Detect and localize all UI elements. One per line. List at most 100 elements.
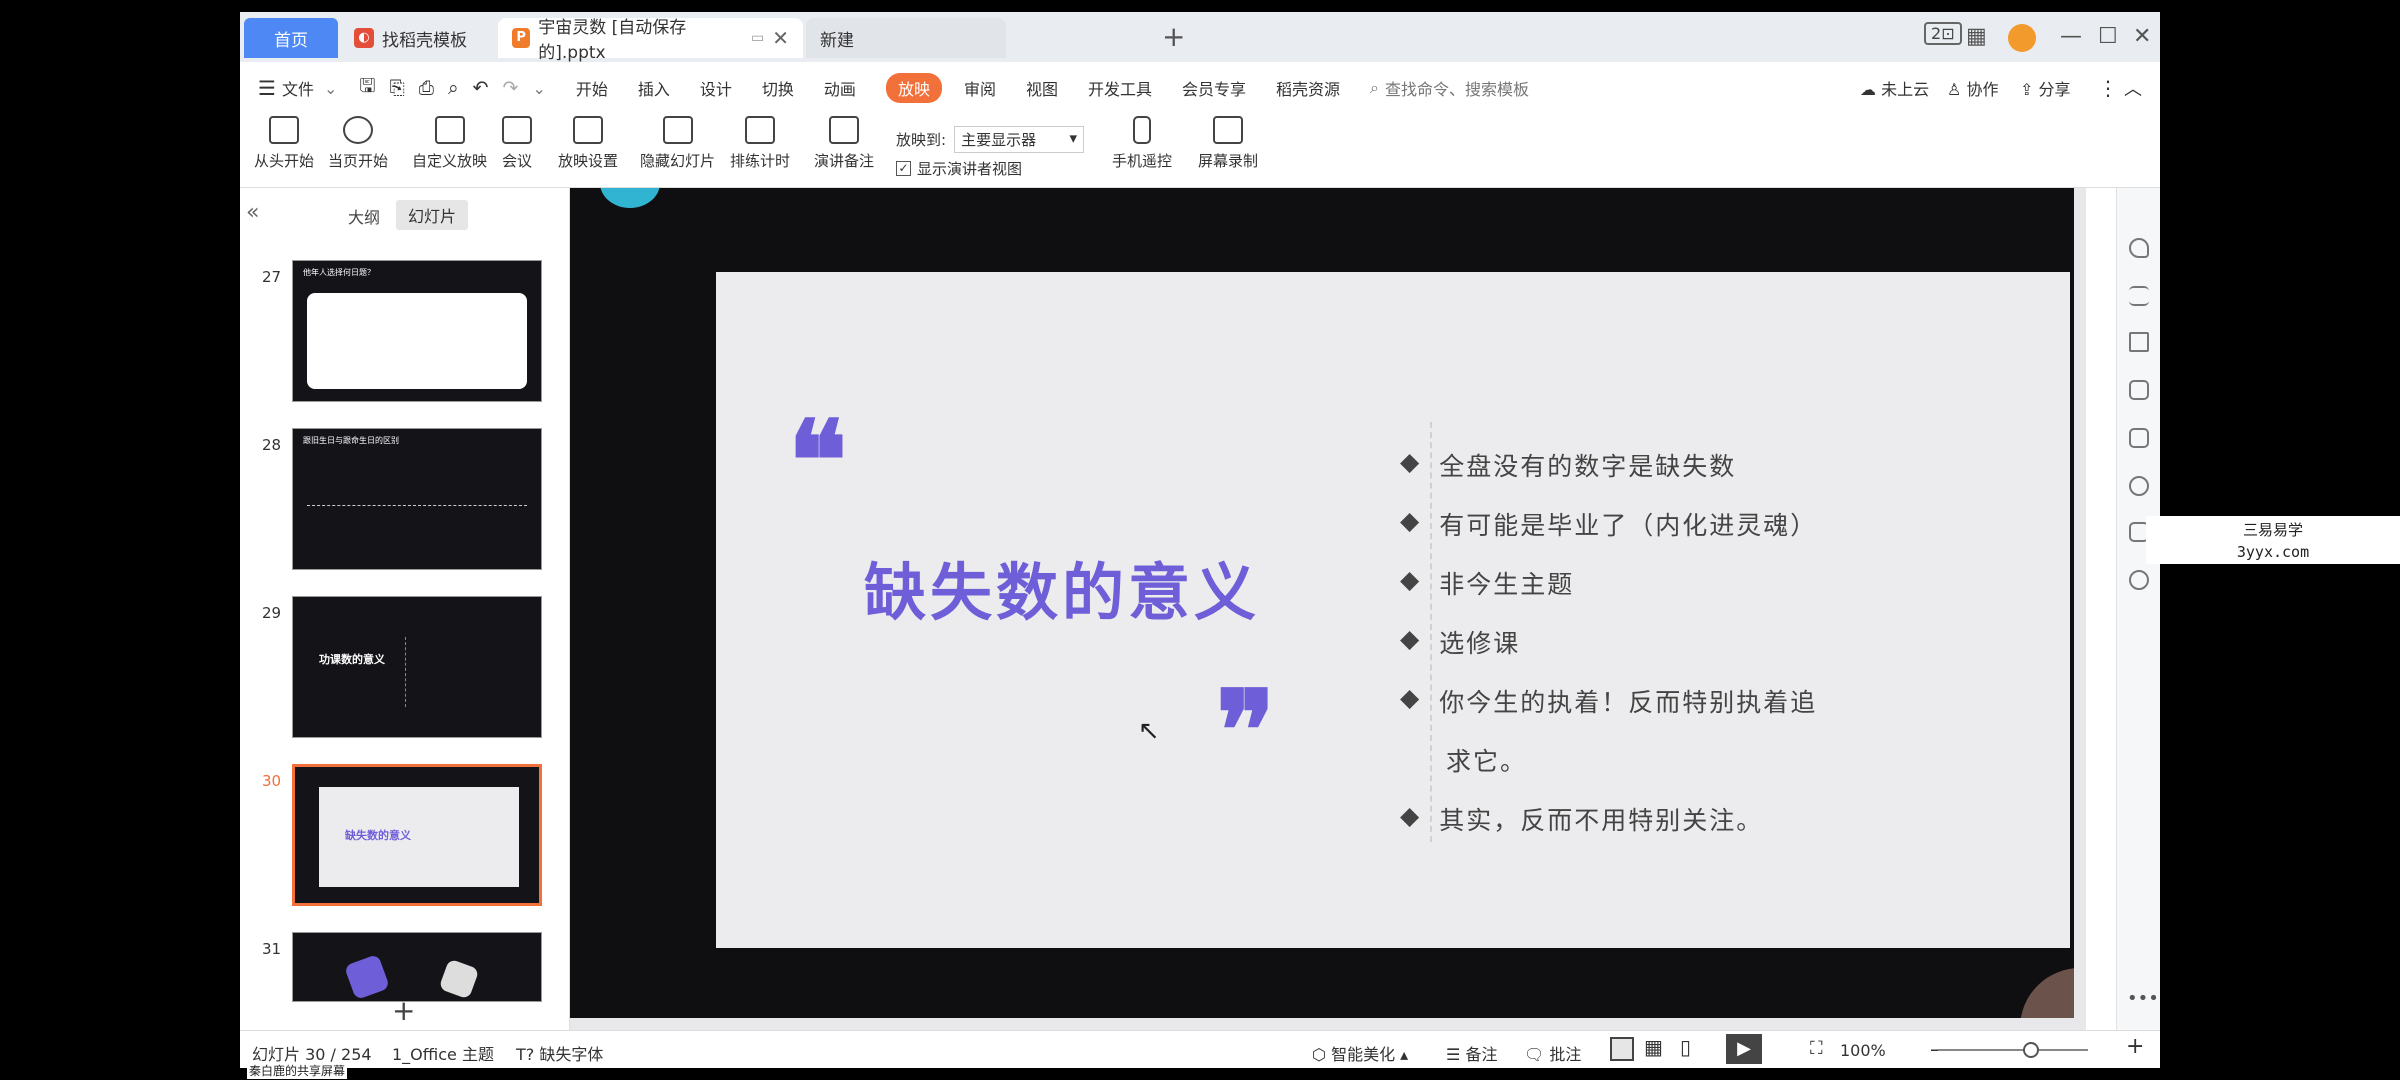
menu-design[interactable]: 设计: [700, 76, 732, 100]
menu-view[interactable]: 视图: [1026, 76, 1058, 100]
presenter-view-checkbox[interactable]: ✓ 显示演讲者视图: [896, 158, 1022, 179]
fit-window-icon[interactable]: ⛶: [1810, 1038, 1823, 1059]
share-button[interactable]: ⇪ 分享: [2020, 76, 2071, 100]
notes-button[interactable]: ☰ 备注: [1446, 1041, 1497, 1065]
thumb-title: 功课数的意义: [319, 653, 385, 666]
print-icon[interactable]: ⎙: [419, 77, 434, 99]
more-chevron-icon[interactable]: ⌄: [532, 79, 545, 98]
help-icon[interactable]: [2129, 570, 2149, 590]
rehearse-label: 排练计时: [730, 152, 791, 170]
save-icon[interactable]: 🖫: [359, 72, 375, 104]
theme-name[interactable]: 1_Office 主题: [392, 1041, 494, 1065]
phone-remote-button[interactable]: 手机遥控: [1112, 116, 1172, 171]
menu-member[interactable]: 会员专享: [1182, 76, 1246, 100]
tab-template[interactable]: ◐ 找稻壳模板: [340, 18, 495, 58]
export-icon[interactable]: ⎘: [390, 77, 405, 99]
tab-document[interactable]: P 宇宙灵数 [自动保存的].pptx ▭ ✕: [498, 18, 803, 63]
zoom-value[interactable]: 100%: [1840, 1041, 1886, 1060]
slide-number: 28: [262, 436, 282, 454]
tab-outline[interactable]: 大纲: [348, 204, 380, 228]
adjust-icon[interactable]: [2129, 286, 2149, 306]
transition-icon[interactable]: [2129, 380, 2149, 400]
bullet-text: 全盘没有的数字是缺失数: [1439, 452, 1737, 481]
custom-show-button[interactable]: 自定义放映: [412, 116, 487, 171]
slide-thumbnail-30[interactable]: 缺失数的意义: [292, 764, 542, 906]
menu-slideshow[interactable]: 放映: [885, 73, 942, 103]
rehearse-button[interactable]: 排练计时: [730, 116, 790, 171]
redo-icon[interactable]: ↷: [503, 77, 519, 99]
menu-animation[interactable]: 动画: [824, 76, 856, 100]
speaker-notes-button[interactable]: 演讲备注: [814, 116, 874, 171]
collab-button[interactable]: ♙ 协作: [1947, 76, 1998, 100]
docer-icon: ◐: [354, 28, 374, 48]
comment-button[interactable]: 🗨 批注: [1524, 1041, 1581, 1065]
add-tab-button[interactable]: +: [1162, 20, 1185, 53]
close-window-icon[interactable]: ✕: [2133, 24, 2151, 49]
vertical-scrollbar[interactable]: [2074, 188, 2086, 1018]
cloud-button[interactable]: ☁ 未上云: [1860, 76, 1929, 100]
menu-transition[interactable]: 切换: [762, 76, 794, 100]
grid-apps-icon[interactable]: ▦: [1966, 24, 1987, 49]
sorter-view-icon[interactable]: ▦: [1644, 1035, 1663, 1059]
add-slide-button[interactable]: +: [392, 994, 415, 1027]
more-icon[interactable]: ⋮: [2098, 76, 2118, 100]
horizontal-scrollbar[interactable]: [570, 1018, 2086, 1030]
menu-docer[interactable]: 稻壳资源: [1276, 76, 1340, 100]
slide-thumbnail-31[interactable]: [292, 932, 542, 1002]
play-current-button[interactable]: 当页开始: [328, 116, 388, 171]
hide-slide-button[interactable]: 隐藏幻灯片: [640, 116, 715, 171]
location-icon[interactable]: [2129, 476, 2149, 496]
thumb-divider: [405, 637, 406, 707]
missing-font-button[interactable]: T? 缺失字体: [516, 1041, 603, 1065]
pin-icon[interactable]: ▭: [751, 30, 764, 46]
cloud-icon: ☁: [1860, 80, 1882, 99]
preview-icon[interactable]: ⌕: [448, 77, 459, 99]
play-to-group: 放映到: 主要显示器 ▾: [896, 126, 1085, 153]
notes-label: 备注: [1465, 1045, 1498, 1064]
play-slideshow-icon[interactable]: ▶: [1726, 1034, 1762, 1064]
command-search[interactable]: 查找命令、搜索模板: [1385, 76, 1655, 100]
show-settings-button[interactable]: 放映设置: [558, 116, 618, 171]
slide-thumbnail-28[interactable]: 跟旧生日与跟命生日的区别: [292, 428, 542, 570]
menu-developer[interactable]: 开发工具: [1088, 76, 1152, 100]
menu-file[interactable]: 文件: [282, 76, 314, 100]
rocket-icon[interactable]: [2129, 238, 2149, 258]
menu-start[interactable]: 开始: [576, 76, 608, 100]
slide-thumbnail-27[interactable]: 他年人选择何日题？: [292, 260, 542, 402]
tab-home[interactable]: 首页: [244, 18, 338, 58]
collapse-panel-icon[interactable]: «: [246, 200, 259, 225]
close-quote-icon: ❞: [1216, 666, 1276, 795]
diamond-bullet-icon: ◆: [1400, 801, 1422, 830]
display-select[interactable]: 主要显示器 ▾: [954, 126, 1085, 153]
menu-insert[interactable]: 插入: [638, 76, 670, 100]
chevron-down-icon[interactable]: ⌄: [324, 79, 337, 98]
normal-view-icon[interactable]: [1610, 1037, 1634, 1061]
slide-thumbnail-29[interactable]: 功课数的意义: [292, 596, 542, 738]
play-from-start-button[interactable]: 从头开始: [254, 116, 314, 171]
tab-slides[interactable]: 幻灯片: [396, 200, 469, 230]
meeting-button[interactable]: 会议: [502, 116, 532, 171]
menu-bar: ☰ 文件 ⌄ 🖫 ⎘ ⎙ ⌕ ↶ ↷ ⌄ 开始 插入 设计 切换 动画 放映 审…: [240, 62, 2160, 114]
more-dots-icon[interactable]: •••: [2127, 988, 2159, 1009]
avatar[interactable]: [2008, 24, 2036, 52]
zoom-in-icon[interactable]: +: [2126, 1034, 2144, 1059]
workspace-badge[interactable]: 2⊡: [1924, 22, 1962, 45]
screen-record-button[interactable]: 屏幕录制: [1198, 116, 1258, 171]
current-slide[interactable]: ❝ ❞ 缺失数的意义 ◆ 全盘没有的数字是缺失数 ◆ 有可能是毕业了（内化进灵魂） …: [716, 272, 2070, 948]
minimize-icon[interactable]: —: [2060, 24, 2082, 49]
maximize-icon[interactable]: ☐: [2098, 24, 2118, 49]
smart-beautify-button[interactable]: ⬡ 智能美化 ▴: [1312, 1041, 1408, 1065]
hamburger-icon[interactable]: ☰: [258, 76, 276, 100]
zoom-slider[interactable]: [1938, 1042, 2088, 1058]
zoom-slider-knob[interactable]: [2023, 1042, 2039, 1058]
close-tab-icon[interactable]: ✕: [772, 26, 789, 50]
settings-icon: [573, 116, 603, 144]
ribbon: 从头开始 当页开始 自定义放映 会议 放映设置 隐藏幻灯片 排练计时 演讲备注 …: [240, 112, 2160, 188]
undo-icon[interactable]: ↶: [473, 77, 489, 99]
reading-view-icon[interactable]: ▯: [1680, 1035, 1691, 1059]
collapse-ribbon-icon[interactable]: ︿: [2124, 75, 2142, 101]
menu-review[interactable]: 审阅: [964, 76, 996, 100]
tab-new[interactable]: 新建: [806, 18, 1006, 58]
star-icon[interactable]: [2129, 332, 2149, 352]
animation-icon[interactable]: [2129, 428, 2149, 448]
